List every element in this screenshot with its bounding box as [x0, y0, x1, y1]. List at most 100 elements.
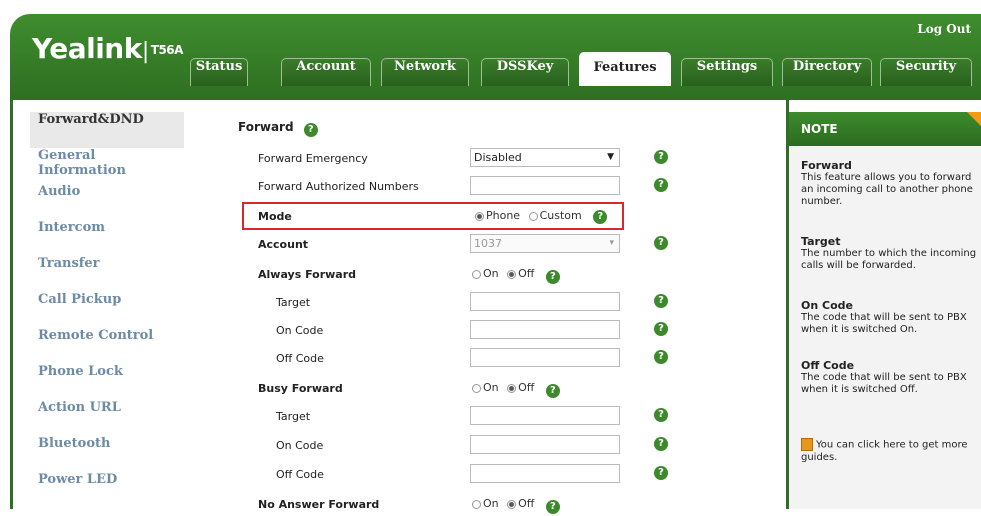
- sidebar: Forward&DND General Information Audio In…: [30, 112, 184, 508]
- always-target-label: Target: [276, 296, 311, 309]
- account-select[interactable]: 1037 ▾: [470, 234, 620, 253]
- tab-directory[interactable]: Directory: [782, 58, 872, 86]
- always-forward-on-radio[interactable]: [472, 269, 481, 279]
- forward-authorized-label: Forward Authorized Numbers: [258, 180, 419, 193]
- note-off-code: Off Code The code that will be sent to P…: [801, 360, 979, 396]
- model-label: T56A: [150, 43, 184, 57]
- note-target: Target The number to which the incoming …: [801, 236, 979, 272]
- help-icon[interactable]: ?: [654, 322, 668, 336]
- busy-off-code-input[interactable]: [470, 464, 620, 483]
- note-forward: Forward This feature allows you to forwa…: [801, 160, 979, 208]
- always-off-code-input[interactable]: [470, 348, 620, 367]
- busy-forward-on-radio[interactable]: [472, 383, 481, 393]
- sidebar-item-intercom[interactable]: Intercom: [30, 220, 184, 256]
- help-icon[interactable]: ?: [545, 384, 560, 398]
- sidebar-item-remote-control[interactable]: Remote Control: [30, 328, 184, 364]
- sidebar-item-action-url[interactable]: Action URL: [30, 400, 184, 436]
- forward-settings-panel: Forward ? Forward Emergency Disabled ▼ ?…: [210, 112, 668, 514]
- row-busy-target: Target ?: [210, 406, 668, 428]
- help-icon[interactable]: ?: [654, 294, 668, 308]
- row-forward-authorized: Forward Authorized Numbers ?: [210, 176, 668, 198]
- busy-forward-radio-group: On Off ?: [472, 381, 560, 398]
- tab-network[interactable]: Network: [381, 58, 469, 86]
- always-forward-off-radio[interactable]: [507, 269, 517, 279]
- no-answer-forward-on-radio[interactable]: [472, 499, 481, 509]
- note-guide-link[interactable]: You can click here to get more guides.: [801, 438, 979, 464]
- note-offcode-title: Off Code: [801, 359, 855, 372]
- note-corner-icon: [967, 112, 981, 126]
- row-account: Account 1037 ▾ ?: [210, 234, 668, 256]
- busy-forward-off-radio[interactable]: [507, 383, 517, 393]
- sidebar-item-bluetooth[interactable]: Bluetooth: [30, 436, 184, 472]
- sidebar-item-forward-dnd[interactable]: Forward&DND: [30, 112, 184, 148]
- no-answer-forward-off-radio[interactable]: [507, 499, 517, 509]
- help-icon[interactable]: ?: [654, 408, 668, 422]
- help-icon[interactable]: ?: [654, 236, 668, 250]
- tab-status[interactable]: Status: [190, 58, 248, 86]
- guide-book-icon: [801, 438, 813, 451]
- row-busy-off-code: Off Code ?: [210, 464, 668, 486]
- dropdown-arrow-icon: ▼: [607, 152, 614, 162]
- busy-on-code-label: On Code: [276, 439, 324, 452]
- tab-account[interactable]: Account: [281, 58, 371, 86]
- sidebar-item-call-pickup[interactable]: Call Pickup: [30, 292, 184, 328]
- always-on-code-input[interactable]: [470, 320, 620, 339]
- always-on-code-label: On Code: [276, 324, 324, 337]
- mode-custom-radio[interactable]: [528, 211, 538, 221]
- logout-link[interactable]: Log Out: [917, 22, 971, 36]
- help-icon[interactable]: ?: [654, 150, 668, 164]
- note-panel: NOTE Forward This feature allows you to …: [789, 112, 981, 509]
- tab-settings[interactable]: Settings: [681, 58, 773, 86]
- note-on-code: On Code The code that will be sent to PB…: [801, 300, 979, 336]
- help-icon[interactable]: ?: [303, 123, 318, 137]
- logo-text: Yealink: [32, 32, 142, 65]
- dropdown-arrow-icon: ▾: [609, 238, 614, 248]
- help-icon[interactable]: ?: [593, 210, 608, 224]
- no-answer-forward-radio-group: On Off ?: [472, 497, 560, 514]
- busy-on-code-input[interactable]: [470, 435, 620, 454]
- header-bar: Yealink| T56A Log Out: [10, 14, 981, 100]
- mode-phone-radio[interactable]: [475, 211, 484, 221]
- tab-dsskey[interactable]: DSSKey: [481, 58, 569, 86]
- row-busy-on-code: On Code ?: [210, 435, 668, 457]
- always-forward-label: Always Forward: [258, 268, 357, 281]
- sidebar-item-power-led[interactable]: Power LED: [30, 472, 184, 508]
- forward-emergency-label: Forward Emergency: [258, 152, 368, 165]
- help-icon[interactable]: ?: [654, 178, 668, 192]
- row-mode: Mode Phone Custom ?: [210, 206, 660, 228]
- busy-forward-label: Busy Forward: [258, 382, 343, 395]
- tab-features[interactable]: Features: [579, 52, 671, 86]
- frame-border-left: [10, 100, 13, 509]
- row-always-forward: Always Forward On Off ?: [210, 264, 660, 286]
- help-icon[interactable]: ?: [654, 437, 668, 451]
- sidebar-item-audio[interactable]: Audio: [30, 184, 184, 220]
- tab-security[interactable]: Security: [880, 58, 972, 86]
- help-icon[interactable]: ?: [654, 466, 668, 480]
- forward-authorized-input[interactable]: [470, 176, 620, 195]
- row-forward-emergency: Forward Emergency Disabled ▼ ?: [210, 148, 668, 170]
- account-label: Account: [258, 238, 309, 251]
- help-icon[interactable]: ?: [654, 350, 668, 364]
- row-busy-forward: Busy Forward On Off ?: [210, 378, 660, 400]
- sidebar-item-phone-lock[interactable]: Phone Lock: [30, 364, 184, 400]
- no-answer-forward-label: No Answer Forward: [258, 498, 380, 511]
- note-oncode-title: On Code: [801, 299, 853, 312]
- help-icon[interactable]: ?: [545, 270, 560, 284]
- help-icon[interactable]: ?: [545, 500, 560, 514]
- sidebar-item-transfer[interactable]: Transfer: [30, 256, 184, 292]
- forward-emergency-select[interactable]: Disabled ▼: [470, 148, 620, 167]
- busy-off-code-label: Off Code: [276, 468, 324, 481]
- note-forward-title: Forward: [801, 159, 852, 172]
- always-target-input[interactable]: [470, 292, 620, 311]
- busy-target-input[interactable]: [470, 406, 620, 425]
- row-always-on-code: On Code ?: [210, 320, 668, 342]
- always-off-code-label: Off Code: [276, 352, 324, 365]
- sidebar-item-general-information[interactable]: General Information: [30, 148, 184, 184]
- yealink-logo: Yealink| T56A: [32, 32, 183, 65]
- note-offcode-text: The code that will be sent to PBX when i…: [801, 372, 967, 395]
- note-target-text: The number to which the incoming calls w…: [801, 248, 977, 271]
- note-guide-text[interactable]: You can click here to get more guides.: [801, 440, 968, 463]
- mode-label: Mode: [258, 210, 292, 223]
- note-header: NOTE: [789, 112, 981, 146]
- row-always-off-code: Off Code ?: [210, 348, 668, 370]
